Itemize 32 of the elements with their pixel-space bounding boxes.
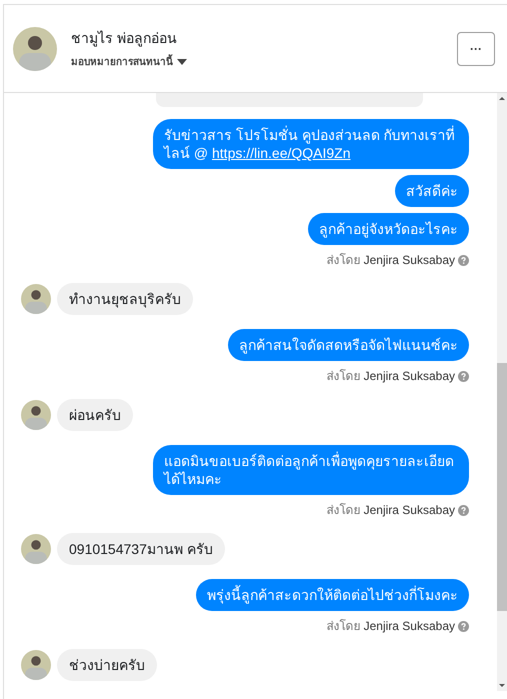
sent-by-label: ส่งโดย xyxy=(326,618,361,635)
avatar-icon xyxy=(13,26,57,70)
sender-name: Jenjira Suksabay xyxy=(364,618,455,635)
sender-name: Jenjira Suksabay xyxy=(364,368,455,385)
link[interactable]: https://lin.ee/QQAI9Zn xyxy=(212,145,351,161)
message-bubble: ลูกค้าสนใจดัดสดหรือจัดไฟแนนซ์คะ xyxy=(228,329,469,361)
sent-by-label: ส่งโดย xyxy=(326,368,361,385)
assign-dropdown[interactable]: มอบหมายการสนทนานี้ xyxy=(71,54,187,70)
sent-by-label: ส่งโดย xyxy=(326,252,361,269)
sender-name: Jenjira Suksabay xyxy=(364,252,455,269)
message-bubble: รับข่าวสาร โปรโมชั่น คูปองส่วนลด กับทางเราที่ ไลน์ @ https://lin.ee/QQAI9Zn xyxy=(153,119,469,169)
sent-by-label: ส่งโดย xyxy=(326,502,361,519)
message-bubble: ลูกค้าอยู่จังหวัดอะไรคะ xyxy=(308,213,469,245)
contact-name: ชามูไร พ่อลูกอ่อน xyxy=(71,28,178,48)
help-icon[interactable] xyxy=(458,620,469,632)
help-icon[interactable] xyxy=(458,254,469,266)
message-bubble: 0910154737มานพ ครับ xyxy=(57,533,225,565)
help-icon[interactable] xyxy=(458,370,469,382)
message-bubble: พรุ่งนี้ลูกค้าสะดวกให้ติดต่อไปช่วงกี่โมงคะ xyxy=(196,579,469,611)
avatar-icon xyxy=(21,650,51,680)
help-icon[interactable] xyxy=(458,504,469,516)
message-bubble: ผ่อนครับ xyxy=(57,399,133,431)
sender-name: Jenjira Suksabay xyxy=(364,502,455,519)
avatar-icon xyxy=(21,400,51,430)
message-bubble: ทำงานยุชลบุริครับ xyxy=(57,283,193,315)
more-button[interactable]: ··· xyxy=(457,32,495,66)
caret-icon xyxy=(177,59,187,65)
message-bubble: สวัสดีค่ะ xyxy=(395,175,469,207)
avatar-icon xyxy=(21,284,51,314)
message-bubble: ช่วงบ่ายครับ xyxy=(57,649,157,681)
message-bubble: แอดมินขอเบอร์ติดต่อลูกค้าเพื่อพูดคุยรายละเอียดได้ไหมคะ xyxy=(153,445,469,495)
avatar-icon xyxy=(21,534,51,564)
